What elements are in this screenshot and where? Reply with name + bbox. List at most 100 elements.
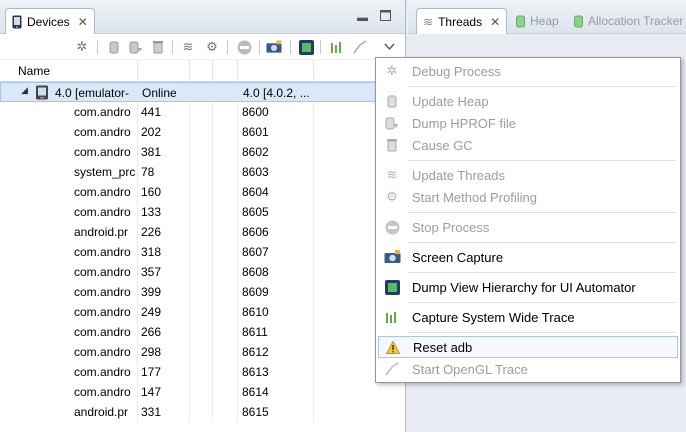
dump-view-hierarchy-icon[interactable] — [298, 39, 314, 55]
column-divider — [212, 242, 213, 262]
process-row[interactable]: com.andro 266 8611 — [0, 322, 405, 342]
menu-separator — [408, 160, 676, 161]
menu-item-start-method-profiling[interactable]: ⚙ Start Method Profiling — [378, 186, 678, 208]
column-divider — [237, 282, 238, 302]
system-trace-icon[interactable] — [329, 39, 345, 55]
tab-heap[interactable]: Heap — [516, 8, 559, 34]
update-heap-icon[interactable] — [106, 39, 122, 55]
process-row[interactable]: com.andro 202 8601 — [0, 122, 405, 142]
column-divider — [137, 182, 138, 202]
column-divider — [189, 102, 190, 122]
tab-devices[interactable]: Devices ✕ — [5, 8, 95, 34]
process-row[interactable]: com.andro 147 8614 — [0, 382, 405, 402]
update-threads-icon: ≋ — [386, 167, 398, 182]
update-threads-icon[interactable]: ≋ — [180, 39, 196, 55]
column-divider — [212, 222, 213, 242]
process-row[interactable]: com.andro 177 8613 — [0, 362, 405, 382]
menu-item-stop-process[interactable]: Stop Process — [378, 216, 678, 238]
column-divider — [313, 282, 314, 302]
column-divider — [313, 60, 314, 81]
column-divider — [313, 162, 314, 182]
cause-gc-icon[interactable] — [150, 39, 166, 55]
column-divider — [189, 262, 190, 282]
dump-hprof-icon[interactable] — [128, 39, 144, 55]
process-port: 8601 — [242, 125, 269, 139]
menu-item-capture-system-trace[interactable]: Capture System Wide Trace — [378, 306, 678, 328]
column-divider — [137, 362, 138, 382]
menu-item-label: Update Threads — [412, 167, 505, 183]
dump-view-hierarchy-icon — [381, 279, 403, 295]
process-name: com.andro — [74, 245, 131, 259]
minimize-icon[interactable]: ▬ — [357, 12, 368, 24]
column-divider — [137, 162, 138, 182]
column-divider — [237, 322, 238, 342]
process-row[interactable]: com.andro 381 8602 — [0, 142, 405, 162]
collapse-triangle-icon[interactable]: ◢ — [21, 85, 28, 96]
device-row[interactable]: ◢ 4.0 [emulator- Online 4.0 [4.0.2, ... — [0, 82, 405, 102]
menu-item-reset-adb[interactable]: Reset adb — [378, 336, 678, 358]
process-row[interactable]: com.andro 249 8610 — [0, 302, 405, 322]
process-row[interactable]: com.andro 318 8607 — [0, 242, 405, 262]
process-pid: 318 — [141, 245, 162, 259]
column-divider — [237, 222, 238, 242]
column-divider — [237, 362, 238, 382]
tab-allocation-tracker-label: Allocation Tracker — [588, 14, 684, 28]
menu-item-debug-process[interactable]: ✲ Debug Process — [378, 60, 678, 82]
column-divider — [237, 402, 238, 422]
toolbar-separator — [172, 40, 173, 54]
right-tab-bar: ≋ Threads ✕ Heap Allocation Tracker — [408, 0, 686, 34]
menu-item-start-opengl-trace[interactable]: Start OpenGL Trace — [378, 358, 678, 380]
column-header-name[interactable]: Name — [18, 64, 50, 78]
view-menu-chevron-icon[interactable] — [381, 39, 397, 55]
process-row[interactable]: com.andro 160 8604 — [0, 182, 405, 202]
process-row[interactable]: com.andro 298 8612 — [0, 342, 405, 362]
process-name: com.andro — [74, 305, 131, 319]
process-row[interactable]: com.andro 399 8609 — [0, 282, 405, 302]
process-row[interactable]: android.pr 331 8615 — [0, 402, 405, 422]
process-pid: 298 — [141, 345, 162, 359]
menu-item-dump-view-hierarchy[interactable]: Dump View Hierarchy for UI Automator — [378, 276, 678, 298]
tab-threads[interactable]: ≋ Threads ✕ — [416, 8, 508, 34]
process-row[interactable]: com.andro 133 8605 — [0, 202, 405, 222]
method-profiling-icon[interactable]: ⚙ — [204, 39, 220, 55]
heap-icon — [516, 15, 525, 28]
column-divider — [313, 382, 314, 402]
tab-threads-label: Threads — [438, 14, 483, 29]
process-pid: 160 — [141, 185, 162, 199]
close-icon[interactable]: ✕ — [78, 15, 88, 29]
debug-bug-icon[interactable]: ✲ — [74, 39, 90, 55]
column-divider — [212, 162, 213, 182]
process-port: 8614 — [242, 385, 269, 399]
tab-allocation-tracker[interactable]: Allocation Tracker — [574, 8, 683, 34]
process-row[interactable]: com.andro 441 8600 — [0, 102, 405, 122]
opengl-trace-icon[interactable] — [352, 39, 368, 55]
warning-icon — [382, 340, 404, 354]
process-pid: 202 — [141, 125, 162, 139]
column-divider — [313, 362, 314, 382]
maximize-icon[interactable] — [380, 10, 391, 21]
process-row[interactable]: system_prc 78 8603 — [0, 162, 405, 182]
column-divider — [212, 342, 213, 362]
close-icon[interactable]: ✕ — [490, 15, 500, 29]
menu-item-update-heap[interactable]: Update Heap — [378, 90, 678, 112]
column-divider — [313, 302, 314, 322]
menu-item-dump-hprof[interactable]: Dump HPROF file — [378, 112, 678, 134]
column-divider — [189, 382, 190, 402]
column-divider — [189, 242, 190, 262]
menu-separator — [408, 242, 676, 243]
process-row[interactable]: com.andro 357 8608 — [0, 262, 405, 282]
process-pid: 133 — [141, 205, 162, 219]
column-divider — [212, 322, 213, 342]
toolbar-separator — [97, 40, 98, 54]
column-divider — [189, 322, 190, 342]
menu-item-update-threads[interactable]: ≋ Update Threads — [378, 164, 678, 186]
column-divider — [137, 102, 138, 122]
column-divider — [313, 182, 314, 202]
column-divider — [212, 182, 213, 202]
column-divider — [313, 102, 314, 122]
stop-process-icon[interactable] — [236, 39, 252, 55]
menu-item-screen-capture[interactable]: Screen Capture — [378, 246, 678, 268]
screen-capture-icon[interactable] — [266, 39, 282, 55]
menu-item-cause-gc[interactable]: Cause GC — [378, 134, 678, 156]
process-row[interactable]: android.pr 226 8606 — [0, 222, 405, 242]
